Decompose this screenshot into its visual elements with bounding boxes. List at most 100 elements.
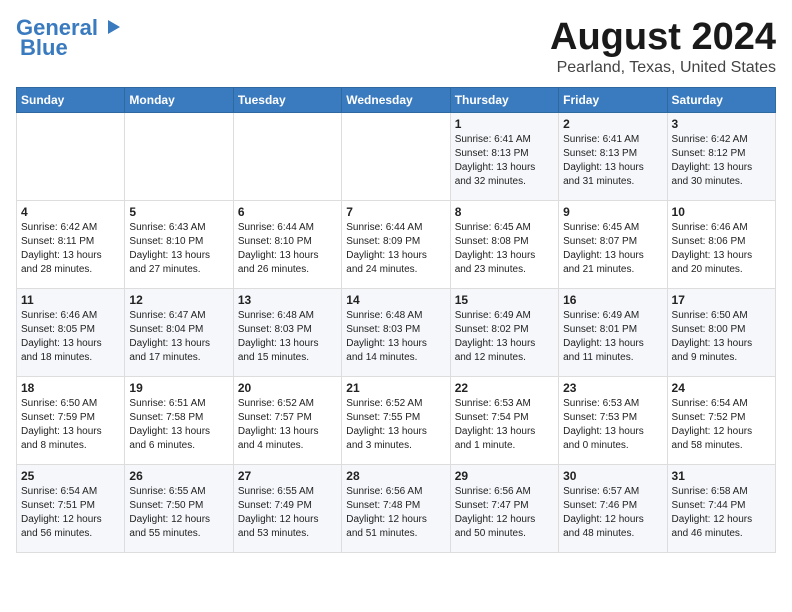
calendar-cell: 2 Sunrise: 6:41 AM Sunset: 8:13 PM Daylig… bbox=[559, 113, 667, 201]
day-info: Sunrise: 6:58 AM Sunset: 7:44 PM Dayligh… bbox=[672, 485, 771, 541]
day-info: Sunrise: 6:55 AM Sunset: 7:50 PM Dayligh… bbox=[129, 485, 228, 541]
day-info: Sunrise: 6:45 AM Sunset: 8:08 PM Dayligh… bbox=[455, 221, 554, 277]
logo: General Blue bbox=[16, 16, 122, 60]
day-info: Sunrise: 6:50 AM Sunset: 8:00 PM Dayligh… bbox=[672, 309, 771, 365]
calendar-cell: 30 Sunrise: 6:57 AM Sunset: 7:46 PM Dayli… bbox=[559, 465, 667, 553]
title-block: August 2024 Pearland, Texas, United Stat… bbox=[550, 16, 776, 77]
col-header-tuesday: Tuesday bbox=[233, 88, 341, 113]
day-info: Sunrise: 6:55 AM Sunset: 7:49 PM Dayligh… bbox=[238, 485, 337, 541]
day-number: 3 bbox=[672, 117, 771, 131]
day-number: 23 bbox=[563, 381, 662, 395]
day-info: Sunrise: 6:49 AM Sunset: 8:02 PM Dayligh… bbox=[455, 309, 554, 365]
day-number: 8 bbox=[455, 205, 554, 219]
day-number: 14 bbox=[346, 293, 445, 307]
calendar-table: SundayMondayTuesdayWednesdayThursdayFrid… bbox=[16, 87, 776, 553]
calendar-cell: 16 Sunrise: 6:49 AM Sunset: 8:01 PM Dayli… bbox=[559, 289, 667, 377]
calendar-cell: 19Sunrise: 6:51 AM Sunset: 7:58 PM Dayli… bbox=[125, 377, 233, 465]
calendar-cell: 9 Sunrise: 6:45 AM Sunset: 8:07 PM Daylig… bbox=[559, 201, 667, 289]
calendar-cell: 11 Sunrise: 6:46 AM Sunset: 8:05 PM Dayli… bbox=[17, 289, 125, 377]
calendar-cell: 23 Sunrise: 6:53 AM Sunset: 7:53 PM Dayli… bbox=[559, 377, 667, 465]
day-number: 11 bbox=[21, 293, 120, 307]
calendar-cell: 14 Sunrise: 6:48 AM Sunset: 8:03 PM Dayli… bbox=[342, 289, 450, 377]
day-info: Sunrise: 6:50 AM Sunset: 7:59 PM Dayligh… bbox=[21, 397, 120, 453]
calendar-cell: 12 Sunrise: 6:47 AM Sunset: 8:04 PM Dayli… bbox=[125, 289, 233, 377]
calendar-cell: 29 Sunrise: 6:56 AM Sunset: 7:47 PM Dayli… bbox=[450, 465, 558, 553]
day-number: 7 bbox=[346, 205, 445, 219]
day-info: Sunrise: 6:45 AM Sunset: 8:07 PM Dayligh… bbox=[563, 221, 662, 277]
day-number: 16 bbox=[563, 293, 662, 307]
calendar-cell: 13Sunrise: 6:48 AM Sunset: 8:03 PM Dayli… bbox=[233, 289, 341, 377]
day-info: Sunrise: 6:54 AM Sunset: 7:52 PM Dayligh… bbox=[672, 397, 771, 453]
day-number: 26 bbox=[129, 469, 228, 483]
day-number: 2 bbox=[563, 117, 662, 131]
calendar-cell: 18Sunrise: 6:50 AM Sunset: 7:59 PM Dayli… bbox=[17, 377, 125, 465]
calendar-cell: 4Sunrise: 6:42 AM Sunset: 8:11 PM Daylig… bbox=[17, 201, 125, 289]
day-info: Sunrise: 6:44 AM Sunset: 8:10 PM Dayligh… bbox=[238, 221, 337, 277]
day-info: Sunrise: 6:51 AM Sunset: 7:58 PM Dayligh… bbox=[129, 397, 228, 453]
day-info: Sunrise: 6:42 AM Sunset: 8:12 PM Dayligh… bbox=[672, 133, 771, 189]
calendar-cell: 28 Sunrise: 6:56 AM Sunset: 7:48 PM Dayli… bbox=[342, 465, 450, 553]
col-header-friday: Friday bbox=[559, 88, 667, 113]
day-number: 12 bbox=[129, 293, 228, 307]
day-number: 28 bbox=[346, 469, 445, 483]
day-info: Sunrise: 6:46 AM Sunset: 8:05 PM Dayligh… bbox=[21, 309, 120, 365]
day-info: Sunrise: 6:53 AM Sunset: 7:53 PM Dayligh… bbox=[563, 397, 662, 453]
calendar-cell: 25 Sunrise: 6:54 AM Sunset: 7:51 PM Dayli… bbox=[17, 465, 125, 553]
day-number: 24 bbox=[672, 381, 771, 395]
day-info: Sunrise: 6:56 AM Sunset: 7:47 PM Dayligh… bbox=[455, 485, 554, 541]
calendar-cell bbox=[233, 113, 341, 201]
day-info: Sunrise: 6:48 AM Sunset: 8:03 PM Dayligh… bbox=[346, 309, 445, 365]
calendar-cell: 5Sunrise: 6:43 AM Sunset: 8:10 PM Daylig… bbox=[125, 201, 233, 289]
day-info: Sunrise: 6:56 AM Sunset: 7:48 PM Dayligh… bbox=[346, 485, 445, 541]
day-number: 5 bbox=[129, 205, 228, 219]
calendar-cell: 7Sunrise: 6:44 AM Sunset: 8:09 PM Daylig… bbox=[342, 201, 450, 289]
col-header-sunday: Sunday bbox=[17, 88, 125, 113]
calendar-cell: 27 Sunrise: 6:55 AM Sunset: 7:49 PM Dayli… bbox=[233, 465, 341, 553]
location-title: Pearland, Texas, United States bbox=[550, 59, 776, 77]
calendar-cell: 21 Sunrise: 6:52 AM Sunset: 7:55 PM Dayli… bbox=[342, 377, 450, 465]
col-header-wednesday: Wednesday bbox=[342, 88, 450, 113]
calendar-cell: 10 Sunrise: 6:46 AM Sunset: 8:06 PM Dayli… bbox=[667, 201, 775, 289]
day-number: 25 bbox=[21, 469, 120, 483]
calendar-cell bbox=[125, 113, 233, 201]
calendar-cell: 17 Sunrise: 6:50 AM Sunset: 8:00 PM Dayli… bbox=[667, 289, 775, 377]
calendar-cell: 6 Sunrise: 6:44 AM Sunset: 8:10 PM Daylig… bbox=[233, 201, 341, 289]
day-info: Sunrise: 6:52 AM Sunset: 7:57 PM Dayligh… bbox=[238, 397, 337, 453]
day-info: Sunrise: 6:41 AM Sunset: 8:13 PM Dayligh… bbox=[563, 133, 662, 189]
col-header-saturday: Saturday bbox=[667, 88, 775, 113]
day-number: 15 bbox=[455, 293, 554, 307]
day-info: Sunrise: 6:46 AM Sunset: 8:06 PM Dayligh… bbox=[672, 221, 771, 277]
calendar-cell: 26 Sunrise: 6:55 AM Sunset: 7:50 PM Dayli… bbox=[125, 465, 233, 553]
col-header-thursday: Thursday bbox=[450, 88, 558, 113]
day-number: 29 bbox=[455, 469, 554, 483]
day-info: Sunrise: 6:57 AM Sunset: 7:46 PM Dayligh… bbox=[563, 485, 662, 541]
day-info: Sunrise: 6:47 AM Sunset: 8:04 PM Dayligh… bbox=[129, 309, 228, 365]
day-info: Sunrise: 6:49 AM Sunset: 8:01 PM Dayligh… bbox=[563, 309, 662, 365]
calendar-cell bbox=[17, 113, 125, 201]
day-info: Sunrise: 6:42 AM Sunset: 8:11 PM Dayligh… bbox=[21, 221, 120, 277]
calendar-cell: 31 Sunrise: 6:58 AM Sunset: 7:44 PM Dayli… bbox=[667, 465, 775, 553]
day-number: 27 bbox=[238, 469, 337, 483]
day-number: 6 bbox=[238, 205, 337, 219]
calendar-cell: 1Sunrise: 6:41 AM Sunset: 8:13 PM Daylig… bbox=[450, 113, 558, 201]
day-number: 31 bbox=[672, 469, 771, 483]
calendar-cell: 20 Sunrise: 6:52 AM Sunset: 7:57 PM Dayli… bbox=[233, 377, 341, 465]
day-info: Sunrise: 6:52 AM Sunset: 7:55 PM Dayligh… bbox=[346, 397, 445, 453]
col-header-monday: Monday bbox=[125, 88, 233, 113]
calendar-cell: 3 Sunrise: 6:42 AM Sunset: 8:12 PM Daylig… bbox=[667, 113, 775, 201]
day-number: 17 bbox=[672, 293, 771, 307]
month-title: August 2024 bbox=[550, 16, 776, 59]
day-number: 22 bbox=[455, 381, 554, 395]
day-info: Sunrise: 6:41 AM Sunset: 8:13 PM Dayligh… bbox=[455, 133, 554, 189]
day-number: 20 bbox=[238, 381, 337, 395]
calendar-cell bbox=[342, 113, 450, 201]
calendar-cell: 22Sunrise: 6:53 AM Sunset: 7:54 PM Dayli… bbox=[450, 377, 558, 465]
day-info: Sunrise: 6:54 AM Sunset: 7:51 PM Dayligh… bbox=[21, 485, 120, 541]
day-number: 9 bbox=[563, 205, 662, 219]
day-number: 21 bbox=[346, 381, 445, 395]
day-number: 10 bbox=[672, 205, 771, 219]
day-number: 30 bbox=[563, 469, 662, 483]
day-number: 13 bbox=[238, 293, 337, 307]
calendar-cell: 15 Sunrise: 6:49 AM Sunset: 8:02 PM Dayli… bbox=[450, 289, 558, 377]
calendar-cell: 8 Sunrise: 6:45 AM Sunset: 8:08 PM Daylig… bbox=[450, 201, 558, 289]
